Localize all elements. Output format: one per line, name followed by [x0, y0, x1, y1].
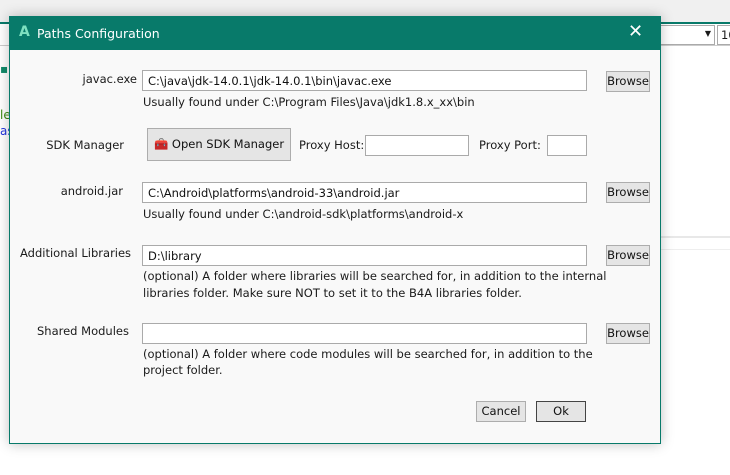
background-code-marker: ▪	[0, 62, 9, 76]
proxy-port-input[interactable]	[547, 135, 587, 156]
javac-browse-button[interactable]: Browse	[606, 71, 650, 92]
sdk-manager-label: SDK Manager	[46, 138, 124, 152]
paths-configuration-dialog: A Paths Configuration ✕ javac.exe Browse…	[9, 16, 661, 444]
app-logo: A	[19, 24, 30, 40]
background-divider	[660, 249, 730, 250]
shared-modules-label: Shared Modules	[37, 324, 129, 338]
background-zoom-field[interactable]: 10	[717, 25, 730, 45]
javac-hint: Usually found under C:\Program Files\Jav…	[143, 95, 475, 109]
proxy-host-label: Proxy Host:	[299, 138, 365, 152]
additional-libraries-hint-line1: (optional) A folder where libraries will…	[143, 269, 607, 283]
dialog-title: Paths Configuration	[37, 26, 160, 41]
additional-libraries-hint-line2: libraries folder. Make sure NOT to set i…	[143, 286, 522, 300]
dialog-title-bar: A Paths Configuration ✕	[10, 17, 660, 50]
shared-modules-hint-line1: (optional) A folder where code modules w…	[143, 347, 593, 361]
proxy-port-label: Proxy Port:	[479, 138, 541, 152]
additional-libraries-input[interactable]	[142, 245, 587, 266]
cancel-button[interactable]: Cancel	[476, 401, 526, 422]
toolbox-icon: 🧰	[153, 137, 169, 151]
android-jar-input[interactable]	[142, 182, 587, 203]
proxy-host-input[interactable]	[365, 135, 469, 156]
android-jar-browse-button[interactable]: Browse	[606, 182, 650, 203]
ok-button[interactable]: Ok	[536, 401, 586, 422]
android-jar-label: android.jar	[60, 184, 123, 198]
javac-label: javac.exe	[82, 72, 137, 86]
javac-path-input[interactable]	[142, 70, 587, 91]
shared-modules-hint-line2: project folder.	[143, 363, 223, 377]
open-sdk-manager-label: Open SDK Manager	[171, 137, 285, 151]
open-sdk-manager-button[interactable]: 🧰 Open SDK Manager	[147, 128, 291, 161]
chevron-down-icon: ▼	[704, 29, 711, 38]
additional-libraries-browse-button[interactable]: Browse	[606, 245, 650, 266]
additional-libraries-label: Additional Libraries	[20, 246, 132, 260]
close-icon[interactable]: ✕	[628, 21, 643, 42]
android-jar-hint: Usually found under C:\android-sdk\platf…	[143, 207, 464, 221]
shared-modules-browse-button[interactable]: Browse	[606, 323, 650, 344]
shared-modules-input[interactable]	[142, 323, 587, 344]
background-divider	[660, 236, 730, 238]
